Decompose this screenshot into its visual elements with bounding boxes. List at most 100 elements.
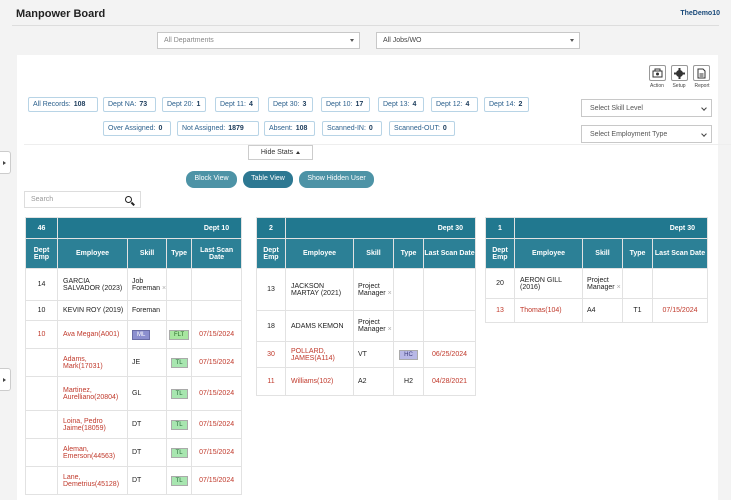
- stat-chip[interactable]: Dept 12: 4: [431, 97, 478, 112]
- stat-chip[interactable]: Dept 11: 4: [215, 97, 259, 112]
- skill-cell: Foreman: [126, 300, 168, 321]
- employee-cell[interactable]: Thomas(104): [514, 298, 583, 323]
- remove-icon[interactable]: ×: [388, 290, 392, 297]
- user-name[interactable]: TheDemo10: [680, 10, 720, 17]
- dept-count: 46: [25, 217, 58, 239]
- column-header-employee[interactable]: Employee: [285, 238, 354, 269]
- table-row[interactable]: Lane, Demetrius(45128) DT TL 07/15/2024: [25, 466, 243, 495]
- stat-chip[interactable]: Absent: 108: [264, 121, 315, 136]
- column-header-skill[interactable]: Skill: [582, 238, 623, 269]
- stat-label: Dept 11:: [220, 101, 246, 108]
- stat-value: 3: [302, 101, 307, 108]
- column-header-last_scan[interactable]: Last Scan Date: [191, 238, 243, 269]
- stat-chip[interactable]: Dept 20: 1: [162, 97, 206, 112]
- expand-left-bottom-button[interactable]: [0, 368, 11, 391]
- stat-value: 0: [158, 125, 163, 132]
- action-icon-button[interactable]: [649, 65, 666, 81]
- employee-cell[interactable]: Aleman, Emerson(44563): [57, 438, 128, 467]
- dept-emp-cell: 10: [25, 300, 58, 321]
- column-header-skill[interactable]: Skill: [126, 238, 168, 269]
- last-scan-cell: 07/15/2024: [191, 348, 243, 377]
- employee-cell[interactable]: Loina, Pedro Jaime(18059): [57, 410, 128, 439]
- employee-cell[interactable]: Ava Megan(A001): [57, 320, 128, 349]
- report-icon-button[interactable]: [693, 65, 710, 81]
- employee-cell[interactable]: AERON GILL (2016): [514, 268, 583, 299]
- skill-cell: VT: [353, 341, 394, 368]
- last-scan-cell: 07/15/2024: [191, 410, 243, 439]
- column-header-type[interactable]: Type: [393, 238, 424, 269]
- column-header-employee[interactable]: Employee: [57, 238, 128, 269]
- type-tag: TL: [170, 357, 188, 368]
- column-header-dept_emp[interactable]: Dept Emp: [25, 238, 58, 269]
- column-header-last_scan[interactable]: Last Scan Date: [423, 238, 476, 269]
- column-header-type[interactable]: Type: [622, 238, 653, 269]
- employee-cell[interactable]: Williams(102): [285, 367, 354, 396]
- stat-chip[interactable]: Over Assigned: 0: [103, 121, 171, 136]
- skill-cell: JE: [126, 348, 168, 377]
- block-view-button[interactable]: Block View: [186, 171, 237, 188]
- show-hidden-user-button[interactable]: Show Hidden User: [299, 171, 374, 188]
- stat-value: 1: [196, 101, 201, 108]
- table-row[interactable]: 10 Ava Megan(A001) ML FLT 07/15/2024: [25, 320, 243, 349]
- stat-chip[interactable]: Not Assigned: 1879: [177, 121, 259, 136]
- employee-cell[interactable]: ADAMS KEMON: [285, 310, 354, 342]
- table-row[interactable]: 13 Thomas(104) A4 T1 07/15/2024: [485, 298, 708, 323]
- stat-chip[interactable]: Dept NA: 73: [103, 97, 156, 112]
- column-header-employee[interactable]: Employee: [514, 238, 583, 269]
- hide-stats-button[interactable]: Hide Stats: [248, 145, 313, 160]
- setup-label: Setup: [672, 83, 686, 89]
- stat-chip[interactable]: Scanned-OUT: 0: [389, 121, 455, 136]
- table-row[interactable]: Loina, Pedro Jaime(18059) DT TL 07/15/2024: [25, 410, 243, 439]
- stat-chip[interactable]: Dept 10: 17: [321, 97, 370, 112]
- stat-chip[interactable]: Dept 13: 4: [378, 97, 424, 112]
- table-row[interactable]: 30 POLLARD, JAMES(A114) VT HC 06/25/2024: [256, 341, 476, 368]
- table-row[interactable]: Martinez, Aurelliano(20804) GL TL 07/15/202…: [25, 376, 243, 411]
- table-view-button[interactable]: Table View: [243, 171, 293, 188]
- department-select[interactable]: All Departments: [157, 32, 360, 49]
- employee-cell[interactable]: Lane, Demetrius(45128): [57, 466, 128, 495]
- stat-chip[interactable]: Scanned-IN: 0: [322, 121, 382, 136]
- table-row[interactable]: Aleman, Emerson(44563) DT TL 07/15/2024: [25, 438, 243, 467]
- setup-icon-button[interactable]: [671, 65, 688, 81]
- column-header-dept_emp[interactable]: Dept Emp: [256, 238, 286, 269]
- employee-cell[interactable]: JACKSON MARTAY (2021): [285, 268, 354, 311]
- employee-cell[interactable]: Adams, Mark(17031): [57, 348, 128, 377]
- search-input[interactable]: Search: [24, 191, 141, 208]
- stat-chip[interactable]: Dept 30: 3: [268, 97, 313, 112]
- table-row[interactable]: 11 Williams(102) A2 H2 04/28/2021: [256, 367, 476, 396]
- employee-cell[interactable]: KEVIN ROY (2019): [57, 300, 128, 321]
- chevron-down-icon: [570, 39, 574, 42]
- search-icon[interactable]: [125, 196, 132, 203]
- employment-type-select[interactable]: Select Employment Type: [581, 125, 712, 143]
- table-row[interactable]: 20 AERON GILL (2016) Project Manager ×: [485, 268, 708, 299]
- remove-icon[interactable]: ×: [162, 285, 166, 292]
- jobs-select[interactable]: All Jobs/WO: [376, 32, 580, 49]
- column-header-type[interactable]: Type: [166, 238, 193, 269]
- skill-level-select[interactable]: Select Skill Level: [581, 99, 712, 117]
- remove-icon[interactable]: ×: [617, 284, 621, 291]
- column-header-dept_emp[interactable]: Dept Emp: [485, 238, 515, 269]
- stat-label: Dept NA:: [108, 101, 137, 108]
- type-cell: TL: [166, 376, 193, 411]
- employee-cell[interactable]: GARCIA SALVADOR (2023): [57, 268, 128, 301]
- expand-left-top-button[interactable]: [0, 151, 11, 174]
- dept-emp-cell: 11: [256, 367, 286, 396]
- report-label: Report: [694, 83, 710, 89]
- column-header-skill[interactable]: Skill: [353, 238, 394, 269]
- table-row[interactable]: Adams, Mark(17031) JE TL 07/15/2024: [25, 348, 243, 377]
- stat-value: 2: [518, 101, 523, 108]
- table-row[interactable]: 18 ADAMS KEMON Project Manager ×: [256, 310, 476, 342]
- column-header-last_scan[interactable]: Last Scan Date: [652, 238, 708, 269]
- remove-icon[interactable]: ×: [388, 326, 392, 333]
- type-cell: [393, 268, 424, 311]
- stat-label: Absent:: [269, 125, 293, 132]
- stat-chip[interactable]: Dept 14: 2: [484, 97, 529, 112]
- table-row[interactable]: 13 JACKSON MARTAY (2021) Project Manager ×: [256, 268, 476, 311]
- skill-text: Project Manager: [358, 282, 386, 297]
- employee-cell[interactable]: POLLARD, JAMES(A114): [285, 341, 354, 368]
- action-icon: [652, 68, 663, 78]
- stat-chip[interactable]: All Records: 108: [28, 97, 98, 112]
- employee-cell[interactable]: Martinez, Aurelliano(20804): [57, 376, 128, 411]
- table-row[interactable]: 10 KEVIN ROY (2019) Foreman: [25, 300, 243, 321]
- table-row[interactable]: 14 GARCIA SALVADOR (2023) Job Foreman ×: [25, 268, 243, 301]
